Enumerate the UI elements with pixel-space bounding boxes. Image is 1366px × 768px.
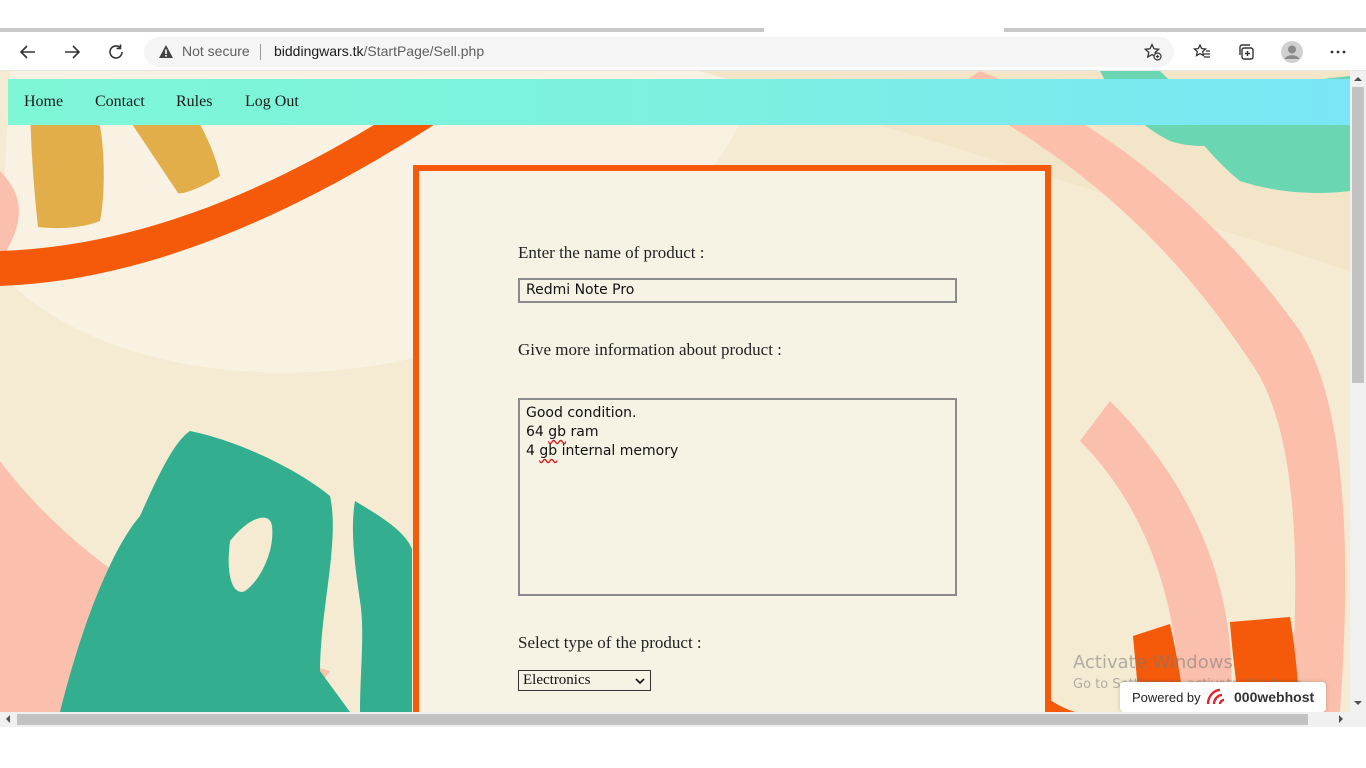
webhost-badge[interactable]: Powered by 000webhost [1120, 682, 1326, 712]
vertical-scrollbar[interactable] [1350, 71, 1366, 712]
collections-button[interactable] [1230, 36, 1262, 68]
forward-icon [65, 45, 81, 59]
collections-icon [1239, 44, 1254, 60]
product-type-value: Electronics [523, 672, 591, 688]
nav-rules-link[interactable]: Rules [176, 93, 212, 111]
product-type-label: Select type of the product : [518, 633, 702, 652]
spellcheck-word: gb [539, 443, 558, 459]
horizontal-scroll-thumb[interactable] [17, 714, 1308, 725]
site-navbar: Home Contact Rules Log Out [8, 79, 1350, 125]
tab-strip-divider [1004, 28, 1366, 32]
product-info-textarea[interactable]: Good condition. 64 gb ram 4 gb internal … [518, 398, 957, 596]
warning-icon[interactable] [158, 44, 174, 60]
security-label[interactable]: Not secure [182, 43, 250, 59]
refresh-button[interactable] [100, 36, 132, 68]
tab-strip [0, 0, 1366, 33]
scroll-down-icon[interactable] [1354, 699, 1362, 707]
profile-icon [1281, 41, 1303, 63]
sell-form-card: Enter the name of product : Redmi Note P… [413, 165, 1051, 712]
webhost-brand: 000webhost [1234, 689, 1315, 705]
product-name-input[interactable]: Redmi Note Pro [518, 278, 957, 303]
horizontal-scrollbar[interactable] [0, 712, 1350, 727]
back-icon [19, 45, 35, 59]
refresh-icon [109, 44, 123, 59]
browser-toolbar: Not secure biddingwars.tk/StartPage/Sell… [0, 33, 1366, 71]
url-host: biddingwars.tk [274, 43, 364, 59]
url-text[interactable]: biddingwars.tk/StartPage/Sell.php [274, 43, 484, 59]
powered-by-text: Powered by [1132, 690, 1201, 705]
chevron-down-icon [635, 678, 645, 685]
forward-button[interactable] [56, 36, 88, 68]
more-icon [1330, 50, 1346, 54]
address-bar[interactable]: Not secure biddingwars.tk/StartPage/Sell… [144, 37, 1174, 67]
info-line: 64 gb ram [526, 424, 599, 440]
add-favorite-icon[interactable] [1144, 43, 1162, 61]
window-bottom-area [0, 727, 1366, 768]
watermark-title: Activate Windows [1073, 652, 1233, 673]
nav-logout-link[interactable]: Log Out [245, 93, 299, 111]
more-menu-button[interactable] [1322, 36, 1354, 68]
profile-button[interactable] [1276, 36, 1308, 68]
favorites-icon [1193, 43, 1210, 58]
vertical-scroll-thumb[interactable] [1352, 87, 1364, 383]
product-info-label: Give more information about product : [518, 340, 782, 359]
nav-contact-link[interactable]: Contact [95, 93, 145, 111]
tab-strip-divider [0, 28, 764, 32]
info-line: 4 gb internal memory [526, 443, 679, 459]
nav-home-link[interactable]: Home [24, 93, 63, 111]
product-name-label: Enter the name of product : [518, 243, 705, 262]
scroll-up-icon[interactable] [1354, 75, 1362, 83]
page-viewport: Home Contact Rules Log Out Enter the nam… [0, 71, 1350, 712]
spellcheck-word: gb [548, 424, 567, 440]
info-line: Good condition. [526, 405, 637, 421]
scrollbar-corner [1350, 712, 1366, 727]
product-type-select[interactable]: Electronics [518, 670, 651, 691]
address-divider [260, 44, 261, 60]
favorites-button[interactable] [1186, 36, 1218, 68]
back-button[interactable] [12, 36, 44, 68]
scroll-right-icon[interactable] [1337, 715, 1345, 723]
url-path: /StartPage/Sell.php [363, 43, 485, 59]
webhost-logo-icon [1206, 688, 1225, 705]
scroll-left-icon[interactable] [4, 715, 12, 723]
